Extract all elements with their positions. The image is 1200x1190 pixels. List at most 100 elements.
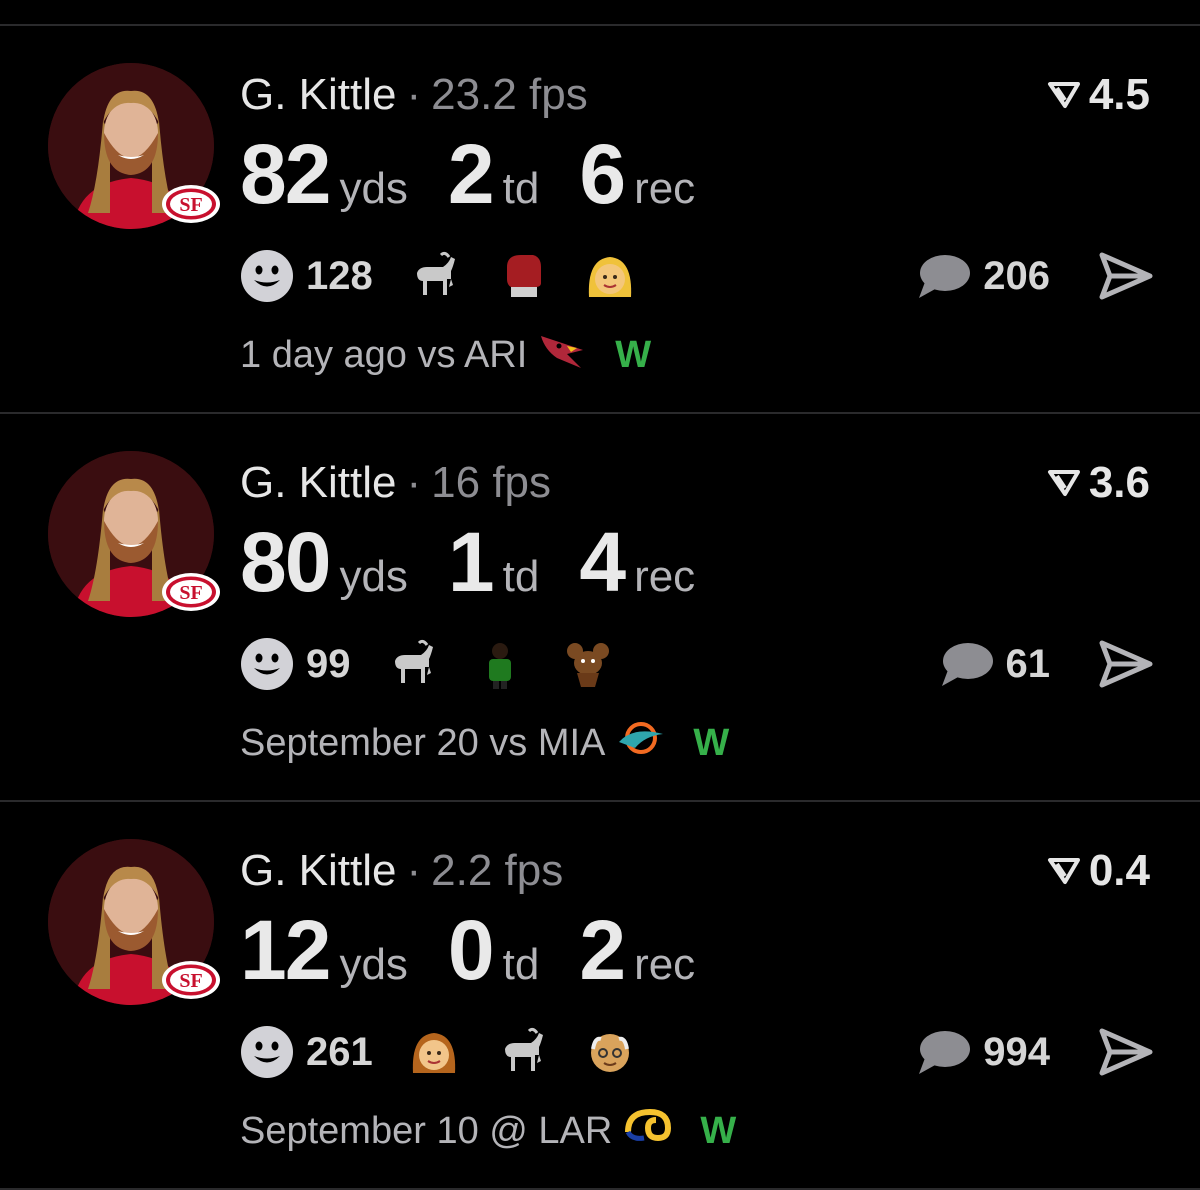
49ers-logo: SF xyxy=(162,185,220,223)
stat-value: 80 xyxy=(240,515,331,609)
game-date: September 10 xyxy=(240,1109,479,1152)
boost-icon xyxy=(1047,470,1080,496)
stat-unit: rec xyxy=(634,552,696,601)
goat-emoji[interactable] xyxy=(407,249,461,303)
reaction-emojis xyxy=(407,1025,671,1079)
fantasy-points: 16 fps xyxy=(431,458,552,507)
game-result: W xyxy=(700,1109,737,1152)
stat-value: 2 xyxy=(579,903,626,997)
separator-dot: · xyxy=(406,70,422,119)
cardinals-logo xyxy=(537,328,589,372)
player-name[interactable]: G. Kittle xyxy=(240,846,397,895)
fantasy-points: 23.2 fps xyxy=(431,70,588,119)
reaction-count: 261 xyxy=(306,1029,373,1074)
reaction-emojis xyxy=(407,249,671,303)
stat-unit: yds xyxy=(339,940,408,989)
boost-score[interactable]: 3.6 xyxy=(1047,458,1150,508)
reactions-bar: 261 xyxy=(240,1024,671,1080)
boost-icon xyxy=(1047,82,1080,108)
game-info: 1 day ago vs ARI W xyxy=(240,330,651,380)
stat-value: 82 xyxy=(240,127,331,221)
stat-unit: rec xyxy=(634,940,696,989)
comments-button[interactable]: 206 xyxy=(915,248,1050,304)
woman-emoji[interactable] xyxy=(407,1025,461,1079)
comment-bubble-icon xyxy=(941,643,993,686)
reaction-count: 128 xyxy=(306,253,373,298)
blonde-woman-emoji[interactable] xyxy=(583,249,637,303)
post-card-1[interactable]: SF G. Kittle · 23.2 fps 4.5 82 yds 2 td 6 rec 1… xyxy=(0,26,1200,414)
old-man-emoji[interactable] xyxy=(583,1025,637,1079)
stat-value: 12 xyxy=(240,903,331,997)
matchup[interactable]: vs ARI xyxy=(417,334,527,377)
stat-value: 2 xyxy=(447,127,495,221)
stat-unit: rec xyxy=(634,164,696,213)
goat-emoji[interactable] xyxy=(385,637,439,691)
post-card-3[interactable]: SF G. Kittle · 2.2 fps 0.4 12 yds 0 td 2 rec 26… xyxy=(0,802,1200,1190)
game-info: September 10 @ LAR W xyxy=(240,1106,736,1156)
matchup[interactable]: vs MIA xyxy=(489,722,605,765)
opponent-logo-slot xyxy=(605,716,693,770)
boost-score[interactable]: 4.5 xyxy=(1047,70,1150,120)
opponent-logo-slot xyxy=(527,328,615,382)
stat-unit: yds xyxy=(339,164,408,213)
boost-value: 4.5 xyxy=(1088,70,1150,119)
fantasy-points: 2.2 fps xyxy=(431,846,564,895)
reactions-bar: 99 xyxy=(240,636,649,692)
smiley-icon[interactable] xyxy=(240,1025,294,1079)
post-card-2[interactable]: SF G. Kittle · 16 fps 3.6 80 yds 1 td 4 rec 99 xyxy=(0,414,1200,802)
separator-dot: · xyxy=(406,846,422,895)
comment-bubble-icon xyxy=(919,255,971,298)
post-header: G. Kittle · 23.2 fps xyxy=(240,70,588,120)
stat-value: 1 xyxy=(447,515,495,609)
cartoon-mouse-sticker[interactable] xyxy=(561,637,615,691)
separator-dot: · xyxy=(406,458,422,507)
game-info: September 20 vs MIA W xyxy=(240,718,729,768)
boost-value: 3.6 xyxy=(1088,458,1150,507)
player-name[interactable]: G. Kittle xyxy=(240,458,397,507)
svg-text:SF: SF xyxy=(179,582,202,604)
game-date: September 20 xyxy=(240,721,479,764)
game-date: 1 day ago xyxy=(240,333,407,376)
stat-line: 82 yds 2 td 6 rec xyxy=(240,126,735,223)
stat-line: 80 yds 1 td 4 rec xyxy=(240,514,735,611)
stat-unit: td xyxy=(502,164,540,213)
boost-score[interactable]: 0.4 xyxy=(1047,846,1150,896)
boxing-glove-emoji[interactable] xyxy=(495,249,549,303)
49ers-logo: SF xyxy=(162,573,220,611)
svg-text:SF: SF xyxy=(179,194,202,216)
comment-count: 61 xyxy=(1005,641,1051,686)
post-header: G. Kittle · 2.2 fps xyxy=(240,846,563,896)
game-result: W xyxy=(693,721,730,764)
stat-unit: yds xyxy=(339,552,408,601)
game-result: W xyxy=(615,333,652,376)
player-name[interactable]: G. Kittle xyxy=(240,70,397,119)
comment-count: 994 xyxy=(983,1029,1050,1074)
reactions-bar: 128 xyxy=(240,248,671,304)
stat-value: 0 xyxy=(447,903,495,997)
rams-logo xyxy=(622,1104,674,1148)
player-sticker[interactable] xyxy=(473,637,527,691)
reaction-count: 99 xyxy=(306,641,351,686)
svg-text:SF: SF xyxy=(179,970,202,992)
matchup[interactable]: @ LAR xyxy=(489,1110,612,1153)
dolphins-logo xyxy=(615,716,667,760)
stat-line: 12 yds 0 td 2 rec xyxy=(240,902,735,999)
boost-value: 0.4 xyxy=(1088,846,1150,895)
smiley-icon[interactable] xyxy=(240,637,294,691)
comments-button[interactable]: 994 xyxy=(915,1024,1050,1080)
post-header: G. Kittle · 16 fps xyxy=(240,458,551,508)
stat-value: 6 xyxy=(579,127,626,221)
49ers-logo: SF xyxy=(162,961,220,999)
stat-value: 4 xyxy=(579,515,626,609)
boost-icon xyxy=(1047,858,1080,884)
comment-count: 206 xyxy=(983,253,1050,298)
comment-bubble-icon xyxy=(919,1031,971,1074)
comments-button[interactable]: 61 xyxy=(938,636,1051,692)
share-icon[interactable] xyxy=(1098,1027,1154,1077)
share-icon[interactable] xyxy=(1098,639,1154,689)
goat-emoji[interactable] xyxy=(495,1025,549,1079)
smiley-icon[interactable] xyxy=(240,249,294,303)
share-icon[interactable] xyxy=(1098,251,1154,301)
opponent-logo-slot xyxy=(612,1104,700,1158)
stat-unit: td xyxy=(502,940,540,989)
